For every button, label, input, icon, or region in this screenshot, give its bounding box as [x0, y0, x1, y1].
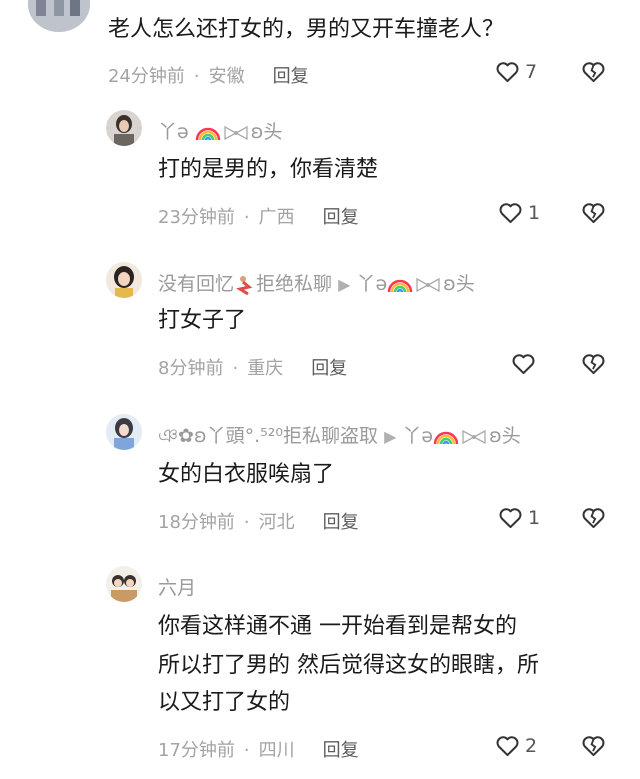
avatar[interactable] — [28, 0, 90, 32]
username-part: ʚ头 — [250, 121, 283, 143]
reply-meta: 8分钟前 · 重庆 回复 — [158, 354, 347, 380]
username-part: 没有回忆 — [158, 273, 235, 295]
reply-username[interactable]: 六月 — [158, 573, 196, 600]
dislike-button[interactable] — [580, 732, 607, 763]
like-button[interactable]: 1 — [497, 199, 540, 226]
broken-heart-outline-icon — [582, 736, 605, 757]
heart-outline-icon — [499, 203, 522, 224]
like-button[interactable] — [510, 350, 537, 377]
reply-username[interactable]: ঞ✿ʚ丫頭°.⁵²⁰拒私聊盗取 ▶ 丫ə ʚ头 — [158, 421, 521, 454]
avatar[interactable] — [106, 110, 142, 146]
broken-heart-outline-icon — [582, 203, 605, 224]
heart-outline-icon — [496, 62, 519, 83]
username-part: 丫ə — [356, 273, 388, 295]
rainbow-emoji-icon — [433, 431, 459, 444]
separator-dot: · — [232, 358, 239, 379]
like-button[interactable]: 2 — [494, 732, 537, 759]
separator-dot: · — [243, 512, 250, 533]
comment-time: 24分钟前 — [108, 66, 185, 87]
bow-icon — [416, 277, 440, 292]
reply-region: 重庆 — [247, 358, 284, 379]
reply-username[interactable]: 没有回忆 拒绝私聊 ▶ 丫ə ʚ头 — [158, 269, 475, 296]
dislike-button[interactable] — [580, 199, 607, 230]
dislike-button[interactable] — [580, 350, 607, 381]
username-part: 拒绝私聊 — [256, 273, 333, 295]
rainbow-emoji-icon — [387, 279, 413, 292]
reply-time: 23分钟前 — [158, 207, 235, 228]
like-count: 2 — [525, 734, 538, 757]
like-button[interactable]: 7 — [494, 58, 537, 85]
like-button[interactable]: 1 — [497, 504, 540, 531]
reply-button[interactable]: 回复 — [323, 207, 359, 228]
reply-button[interactable]: 回复 — [273, 66, 309, 87]
broken-heart-outline-icon — [582, 354, 605, 375]
reply-text-line: 以又打了女的 — [158, 690, 291, 715]
comment-meta: 24分钟前 · 安徽 回复 — [108, 62, 309, 88]
reply-button[interactable]: 回复 — [311, 358, 347, 379]
reply-text: 打的是男的，你看清楚 — [158, 157, 379, 182]
avatar[interactable] — [106, 414, 142, 450]
reply-time: 8分钟前 — [158, 358, 224, 379]
broken-heart-outline-icon — [582, 508, 605, 529]
like-count: 1 — [528, 201, 541, 224]
dislike-button[interactable] — [580, 504, 607, 535]
bow-icon — [462, 429, 486, 444]
heart-outline-icon — [512, 354, 535, 375]
reply-region: 河北 — [258, 512, 295, 533]
dancer-emoji-icon — [236, 275, 253, 295]
heart-outline-icon — [499, 508, 522, 529]
username-part: ʚ头 — [443, 273, 475, 295]
arrow-icon: ▶ — [338, 275, 351, 294]
username-part: 丫ə — [402, 425, 434, 447]
separator-dot: · — [193, 66, 200, 87]
username-part: ʚ头 — [489, 425, 521, 447]
comment-region: 安徽 — [208, 66, 245, 87]
username-part: 丫ə — [158, 121, 189, 143]
reply-text: 女的白衣服唉扇了 — [158, 462, 335, 487]
reply-region: 四川 — [258, 740, 295, 761]
separator-dot: · — [243, 207, 250, 228]
like-count: 7 — [525, 60, 538, 83]
comment-text: 老人怎么还打女的，男的又开车撞老人？ — [108, 17, 505, 42]
reply-button[interactable]: 回复 — [323, 740, 359, 761]
dislike-button[interactable] — [580, 58, 607, 89]
username-part: 拒私聊盗取 — [283, 425, 379, 447]
reply-meta: 23分钟前 · 广西 回复 — [158, 203, 359, 229]
avatar[interactable] — [106, 262, 142, 298]
bow-icon — [224, 125, 248, 140]
rainbow-emoji-icon — [195, 127, 220, 140]
reply-button[interactable]: 回复 — [323, 512, 359, 533]
username-part: ঞ✿ʚ丫頭°.⁵²⁰ — [158, 425, 283, 447]
separator-dot: · — [243, 740, 250, 761]
reply-username[interactable]: 丫ə ʚ头 — [158, 117, 282, 144]
heart-outline-icon — [496, 736, 519, 757]
broken-heart-outline-icon — [582, 62, 605, 83]
avatar[interactable] — [106, 566, 142, 602]
arrow-icon: ▶ — [384, 427, 397, 446]
reply-meta: 18分钟前 · 河北 回复 — [158, 508, 359, 534]
reply-text-line: 所以打了男的 然后觉得这女的眼瞎，所 — [158, 653, 539, 678]
reply-region: 广西 — [258, 207, 295, 228]
reply-time: 18分钟前 — [158, 512, 235, 533]
reply-time: 17分钟前 — [158, 740, 235, 761]
like-count: 1 — [528, 506, 541, 529]
reply-meta: 17分钟前 · 四川 回复 — [158, 736, 359, 762]
reply-text-line: 你看这样通不通 一开始看到是帮女的 — [158, 614, 517, 639]
reply-text: 打女子了 — [158, 308, 247, 333]
